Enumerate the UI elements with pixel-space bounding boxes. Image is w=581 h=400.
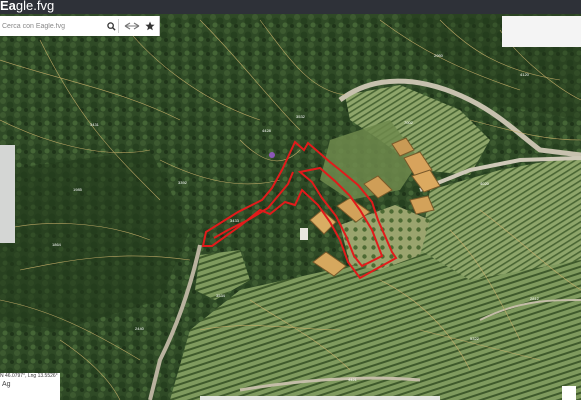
side-panel-tab[interactable] [0,145,15,243]
svg-text:5322: 5322 [470,336,480,341]
svg-text:1864: 1864 [52,242,62,247]
coordinates-box: N 46.0797°, Lng 13.5526° Ag [0,373,60,400]
favorites-button[interactable] [143,16,157,36]
search-icon [106,21,116,31]
satellite-map[interactable]: 3431 4428 1985 3392 3433 3532 1864 3534 … [0,0,581,400]
app-header: Eagle.fvg [0,0,581,14]
svg-text:3431: 3431 [90,122,100,127]
star-icon [145,21,155,31]
svg-text:3532: 3532 [296,114,306,119]
svg-text:3392: 3392 [178,180,188,185]
svg-text:4428: 4428 [262,128,272,133]
svg-text:3433: 3433 [230,218,240,223]
svg-text:4421: 4421 [348,377,358,382]
svg-text:2812: 2812 [530,296,540,301]
coordinates-readout: N 46.0797°, Lng 13.5526° [0,373,58,379]
attribution-strip [200,396,440,400]
app-logo[interactable]: Eagle.fvg [0,0,54,14]
search-divider [118,19,119,33]
coordinates-label: Ag [2,381,11,388]
search-input[interactable] [0,16,106,36]
svg-text:4020: 4020 [480,181,490,186]
search-button[interactable] [104,16,118,36]
swap-direction-button[interactable] [122,16,142,36]
svg-text:4120: 4120 [520,72,530,77]
map-control-panel[interactable] [502,16,581,47]
search-bar [0,16,160,36]
svg-text:2440: 2440 [135,326,145,331]
swap-arrows-icon [124,22,140,30]
map-corner-control[interactable] [562,386,576,400]
svg-text:7002: 7002 [404,120,414,125]
svg-text:1985: 1985 [73,187,83,192]
svg-text:3534: 3534 [216,293,226,298]
svg-text:2960: 2960 [434,53,444,58]
location-marker[interactable] [269,152,275,158]
